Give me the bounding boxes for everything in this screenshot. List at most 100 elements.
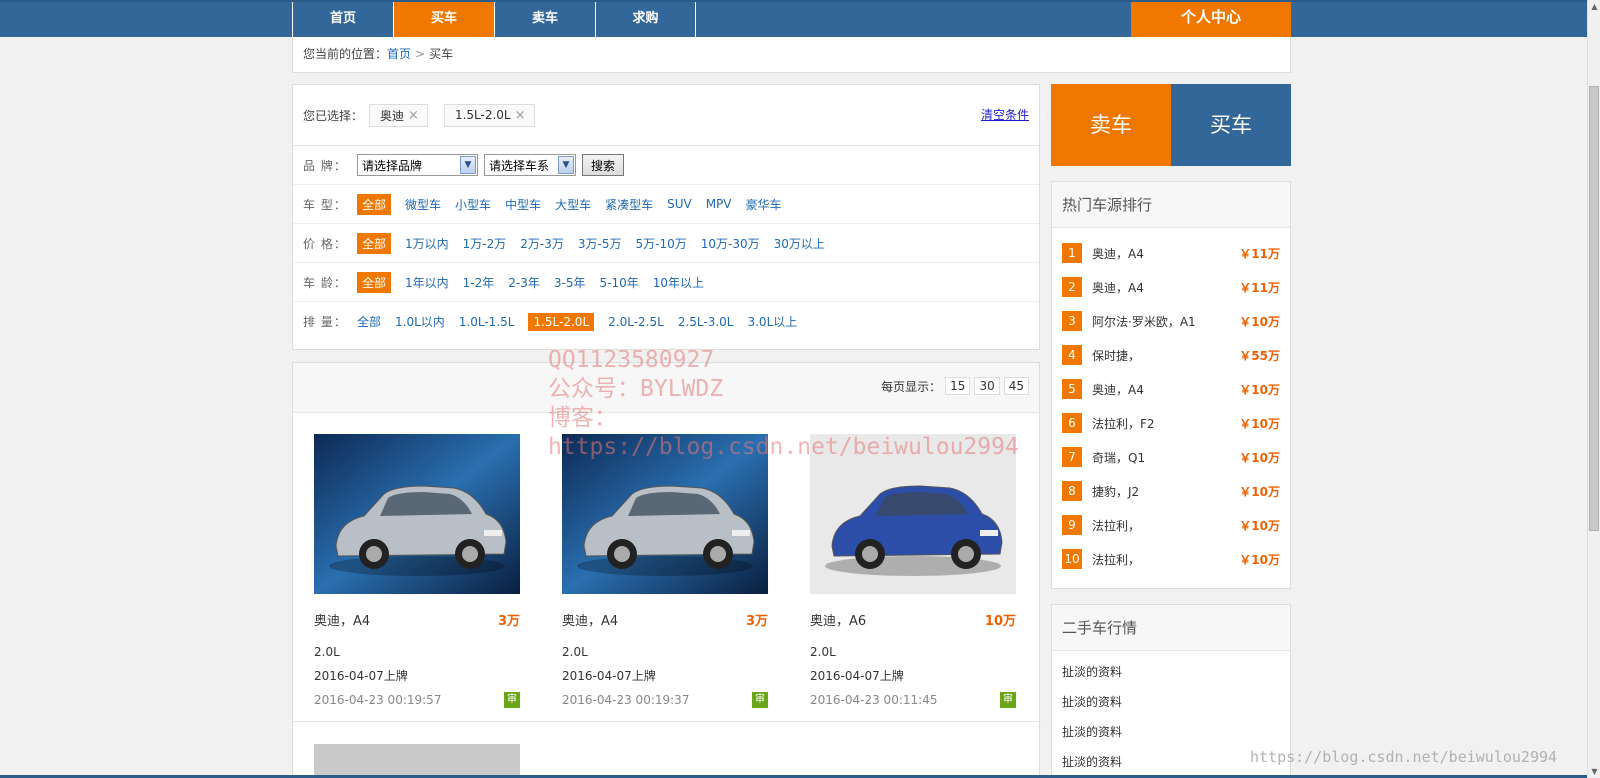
market-item[interactable]: 扯淡的资料 [1062, 717, 1280, 747]
filter-option[interactable]: 小型车 [455, 194, 491, 215]
personal-center-button[interactable]: 个人中心 [1131, 2, 1291, 39]
filter-option[interactable]: 豪华车 [746, 194, 782, 215]
hot-car-price: ￥10万 [1239, 552, 1280, 567]
filter-option[interactable]: 2万-3万 [520, 233, 564, 254]
nav-item[interactable]: 买车 [393, 2, 494, 39]
hot-car-item[interactable]: 8 捷豹，J2 ￥10万 [1062, 474, 1280, 508]
filter-option[interactable]: 1.5L-2.0L [528, 312, 595, 331]
filter-option[interactable]: 1.0L以内 [395, 311, 445, 332]
brand-select[interactable]: 请选择品牌 ▼ [357, 154, 478, 176]
search-button[interactable]: 搜索 [582, 154, 625, 176]
hot-car-item[interactable]: 4 保时捷， ￥55万 [1062, 338, 1280, 372]
hot-car-name: 奥迪，A4 [1092, 280, 1144, 295]
hot-car-item[interactable]: 6 法拉利，F2 ￥10万 [1062, 406, 1280, 440]
car-name: 奥迪，A4 [562, 614, 619, 629]
filter-option[interactable]: 微型车 [405, 194, 441, 215]
hot-car-price: ￥10万 [1239, 382, 1280, 397]
rank-badge: 7 [1062, 447, 1082, 467]
hot-car-price: ￥10万 [1239, 416, 1280, 431]
scrollbar-thumb[interactable] [1589, 86, 1599, 531]
filter-option[interactable]: 全部 [357, 193, 392, 215]
hot-car-item[interactable]: 5 奥迪，A4 ￥10万 [1062, 372, 1280, 406]
audit-badge: 审 [504, 692, 520, 708]
breadcrumb-home-link[interactable]: 首页 [387, 47, 411, 61]
hot-car-item[interactable]: 9 法拉利， ￥10万 [1062, 508, 1280, 542]
car-posted-row: 2016-04-23 00:19:37 审 [562, 692, 768, 708]
hot-car-item[interactable]: 10 法拉利， ￥10万 [1062, 542, 1280, 576]
per-page-option[interactable]: 30 [974, 377, 1000, 395]
breadcrumb: 您当前的位置：首页 > 买车 [292, 37, 1291, 73]
corner-watermark: https://blog.csdn.net/beiwulou2994 [1250, 748, 1558, 766]
scroll-down-icon[interactable]: ▼ [1588, 765, 1600, 778]
car-image-placeholder[interactable] [314, 744, 520, 778]
hot-car-name: 保时捷， [1092, 348, 1141, 363]
rank-badge: 9 [1062, 515, 1082, 535]
filter-option[interactable]: 3.0L以上 [747, 311, 797, 332]
hot-car-item[interactable]: 3 阿尔法·罗米欧，A1 ￥10万 [1062, 304, 1280, 338]
hot-car-item[interactable]: 2 奥迪，A4 ￥11万 [1062, 270, 1280, 304]
vertical-scrollbar[interactable]: ▲ ▼ [1587, 0, 1600, 778]
nav-item[interactable]: 求购 [595, 2, 696, 39]
filter-option[interactable]: 10万-30万 [701, 233, 760, 254]
filter-option[interactable]: 1.0L-1.5L [459, 313, 515, 331]
filter-option[interactable]: 2-3年 [508, 272, 540, 293]
rank-badge: 8 [1062, 481, 1082, 501]
filter-option[interactable]: 1年以内 [405, 272, 449, 293]
filter-option[interactable]: 5-10年 [599, 272, 638, 293]
car-card[interactable]: 奥迪，A4 3万 2.0L 2016-04-07上牌 2016-04-23 00:19:… [314, 434, 520, 708]
hot-cars-ranking: 热门车源排行 1 奥迪，A4 ￥11万 2 奥迪，A4 ￥11万 3 阿尔法·罗米欧，A1 ￥1… [1051, 181, 1291, 589]
car-image[interactable] [810, 434, 1016, 594]
car-image[interactable] [562, 434, 768, 594]
car-title-row: 奥迪，A4 3万 [314, 610, 520, 629]
filter-option[interactable]: 30万以上 [774, 233, 825, 254]
car-card[interactable]: 奥迪，A6 10万 2.0L 2016-04-07上牌 2016-04-23 00:11… [810, 434, 1016, 708]
scroll-up-icon[interactable]: ▲ [1588, 0, 1600, 13]
brand-select-value: 请选择品牌 [362, 158, 423, 173]
car-image[interactable] [314, 434, 520, 594]
filter-option[interactable]: SUV [667, 195, 692, 213]
filter-option[interactable]: 5万-10万 [635, 233, 686, 254]
filter-option[interactable]: 全部 [357, 232, 392, 254]
filter-option[interactable]: 10年以上 [653, 272, 704, 293]
filter-option[interactable]: 全部 [357, 311, 381, 332]
filter-option[interactable]: 1万以内 [405, 233, 449, 254]
filter-option[interactable]: 中型车 [505, 194, 541, 215]
car-posted-row: 2016-04-23 00:11:45 审 [810, 692, 1016, 708]
car-card[interactable]: 奥迪，A4 3万 2.0L 2016-04-07上牌 2016-04-23 00:19:… [562, 434, 768, 708]
filter-option[interactable]: 2.5L-3.0L [678, 313, 734, 331]
clear-conditions-link[interactable]: 清空条件 [981, 106, 1029, 123]
filter-option[interactable]: MPV [706, 195, 732, 213]
filter-row: 车 型： 全部 微型车 小型车 中型车 大型车 紧凑型车 SUV MPV 豪华车 [293, 185, 1039, 224]
buy-car-button[interactable]: 买车 [1171, 84, 1291, 166]
selected-conditions: 您已选择： 奥迪 × 1.5L-2.0L × 清空条件 [293, 85, 1039, 146]
car-grid: 奥迪，A4 3万 2.0L 2016-04-07上牌 2016-04-23 00:19:… [293, 413, 1039, 708]
market-item[interactable]: 扯淡的资料 [1062, 657, 1280, 687]
hot-car-name: 阿尔法·罗米欧，A1 [1092, 314, 1196, 329]
market-item[interactable]: 扯淡的资料 [1062, 687, 1280, 717]
car-registration-date: 2016-04-07上牌 [314, 669, 408, 683]
filter-option[interactable]: 1万-2万 [463, 233, 507, 254]
nav-item[interactable]: 卖车 [494, 2, 595, 39]
hot-car-item[interactable]: 7 奇瑞，Q1 ￥10万 [1062, 440, 1280, 474]
car-displacement: 2.0L [562, 645, 588, 659]
per-page-option[interactable]: 15 [945, 377, 971, 395]
hot-car-item[interactable]: 1 奥迪，A4 ￥11万 [1062, 236, 1280, 270]
filter-option[interactable]: 紧凑型车 [605, 194, 653, 215]
per-page-option[interactable]: 45 [1003, 377, 1029, 395]
close-icon[interactable]: × [408, 108, 419, 123]
market-item[interactable]: 扯淡的资料 [1062, 747, 1280, 777]
sell-car-button[interactable]: 卖车 [1051, 84, 1171, 166]
filter-option[interactable]: 3-5年 [554, 272, 586, 293]
hot-car-name: 捷豹，J2 [1092, 484, 1140, 499]
series-select[interactable]: 请选择车系 ▼ [484, 154, 576, 176]
filter-option[interactable]: 3万-5万 [578, 233, 622, 254]
hot-car-price: ￥10万 [1239, 484, 1280, 499]
filter-option[interactable]: 大型车 [555, 194, 591, 215]
close-icon[interactable]: × [515, 108, 526, 123]
car-title-row: 奥迪，A6 10万 [810, 610, 1016, 629]
filter-option[interactable]: 全部 [357, 271, 392, 293]
filter-option[interactable]: 2.0L-2.5L [608, 313, 664, 331]
filter-option[interactable]: 1-2年 [463, 272, 495, 293]
nav-item[interactable]: 首页 [292, 2, 393, 39]
rank-badge: 1 [1062, 243, 1082, 263]
